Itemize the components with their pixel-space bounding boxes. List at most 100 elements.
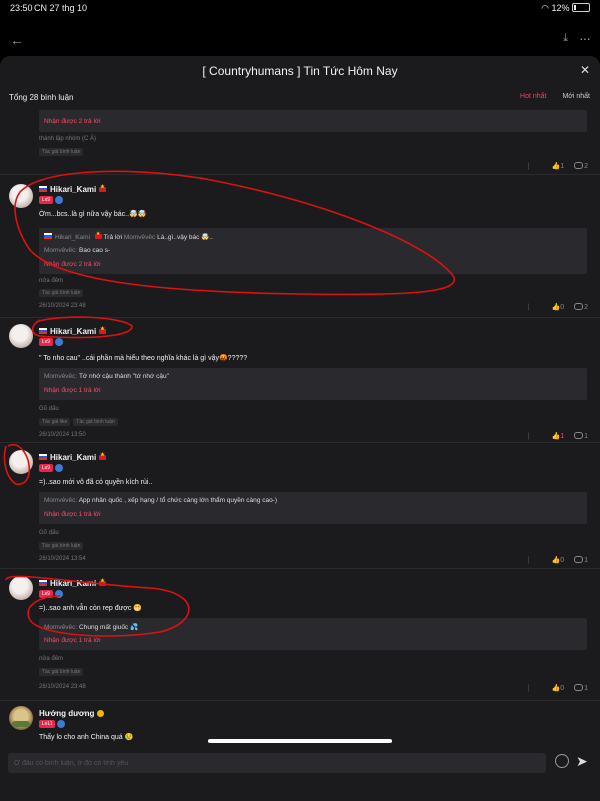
- reply-button[interactable]: 2: [574, 303, 588, 311]
- shield-icon: [55, 196, 64, 204]
- flag-icon: [39, 454, 47, 460]
- comment-actions: | 👍0 1: [528, 556, 588, 564]
- thumb-icon: 👍: [551, 685, 561, 692]
- reply-button[interactable]: 1: [574, 556, 588, 564]
- like-button[interactable]: 👍0: [552, 685, 565, 692]
- comment-text: =)..sao mới vô đã có quyền kích rùi..: [39, 479, 153, 486]
- comment-text: " To nho cau" ..cái phần mà hiểu theo ng…: [39, 355, 248, 362]
- username[interactable]: Hướng dương: [39, 709, 105, 718]
- comment-bubble-icon: [574, 432, 584, 439]
- reply-author: Momvêvêc:: [44, 497, 78, 504]
- shield-icon: [55, 464, 64, 472]
- flag-icon: [39, 186, 47, 192]
- comment-text: =)..sao anh vẫn còn rep được 😁: [39, 605, 143, 612]
- reply-button[interactable]: 1: [574, 432, 588, 440]
- sheet-title: [ Countryhumans ] Tin Tức Hôm Nay: [202, 64, 398, 78]
- sort-new-tab[interactable]: Mới nhất: [562, 93, 590, 100]
- comment-extra: Gõ dấu: [39, 406, 59, 412]
- back-arrow-icon[interactable]: ←: [10, 32, 24, 48]
- avatar[interactable]: [9, 450, 33, 474]
- sort-hot-tab[interactable]: Hot nhất: [520, 93, 546, 100]
- reply-line: Momvêvêc: Chung mất giuốc 💦: [44, 623, 138, 631]
- reply-author: Hikari_Kami: [55, 234, 91, 241]
- flag-icon: [39, 328, 47, 334]
- status-right: ◠ 12%: [541, 3, 590, 14]
- user-badges: Lv11: [39, 720, 66, 728]
- separator: |: [527, 304, 530, 311]
- username[interactable]: Hikari_Kami: [39, 452, 107, 462]
- comment-item: Hikari_Kami Lv9 =)..sao mới vô đã có quy…: [0, 450, 600, 569]
- flag-icon: [99, 452, 107, 460]
- top-nav: ← ⤓ ···: [0, 30, 600, 54]
- reply-total: 2: [584, 163, 588, 170]
- comment-input[interactable]: [8, 753, 546, 773]
- reply-count-link[interactable]: Nhận được 1 trả lời: [44, 637, 101, 644]
- like-count: 0: [560, 304, 565, 311]
- thumb-icon: 👍: [551, 304, 561, 311]
- avatar[interactable]: [9, 576, 33, 600]
- username[interactable]: Hikari_Kami: [39, 326, 107, 336]
- comment-date: 26/10/2024 23:48: [39, 303, 86, 309]
- reply-button[interactable]: 1: [574, 684, 588, 692]
- reply-verb: Trả lời: [103, 234, 123, 241]
- comment-text: Thấy lo cho anh China quá 😢: [39, 734, 134, 741]
- comment-date: 26/10/2024 23:48: [39, 684, 86, 690]
- sort-options: Hot nhất Mới nhất: [520, 93, 590, 100]
- comment-input-bar: ➤: [0, 753, 600, 801]
- avatar[interactable]: [9, 706, 33, 730]
- comment-item: Nhận được 2 trả lời thành lập nhóm (C Á)…: [0, 108, 600, 175]
- level-badge: Lv9: [39, 590, 54, 598]
- reply-count-link[interactable]: Nhận được 2 trả lời: [44, 118, 101, 125]
- username-text: Hikari_Kami: [50, 185, 97, 194]
- status-bar: 23:50 CN 27 thg 10 ◠ 12%: [0, 0, 600, 16]
- download-icon[interactable]: ⤓: [563, 32, 568, 45]
- user-badges: Lv9: [39, 464, 64, 472]
- like-button[interactable]: 👍0: [552, 557, 565, 564]
- author-tag: Tác giả like: [39, 418, 71, 426]
- reply-box[interactable]: Hikari_Kami Trả lời Momvêvêc Là..gì..vậy…: [39, 228, 587, 274]
- level-badge: Lv9: [39, 196, 54, 204]
- reply-count-link[interactable]: Nhận được 2 trả lời: [44, 261, 101, 268]
- reply-button[interactable]: 2: [574, 162, 588, 170]
- reply-total: 1: [584, 433, 588, 440]
- send-icon[interactable]: ➤: [576, 753, 588, 770]
- close-icon[interactable]: ✕: [580, 63, 590, 77]
- comment-tags: Tác giả bình luận: [39, 289, 86, 297]
- like-button[interactable]: 👍0: [552, 304, 565, 311]
- username[interactable]: Hikari_Kami: [39, 578, 107, 588]
- like-button[interactable]: 👍1: [552, 163, 565, 170]
- username[interactable]: Hikari_Kami: [39, 184, 107, 194]
- avatar[interactable]: [9, 324, 33, 348]
- comment-item: Hướng dương Lv11 Thấy lo cho anh China q…: [0, 706, 600, 751]
- comment-text: Ờm...bcs..là gì nữa vậy bác..🤯🤯: [39, 211, 147, 218]
- reply-line: Hikari_Kami Trả lời Momvêvêc Là..gì..vậy…: [44, 231, 213, 241]
- flag-icon: [44, 233, 52, 239]
- reply-box[interactable]: Momvêvêc: App nhân quốc , xếp hạng / tổ …: [39, 492, 587, 524]
- reply-count-link[interactable]: Nhận được 1 trả lời: [44, 511, 101, 518]
- reply-box[interactable]: Momvêvêc: Chung mất giuốc 💦 Nhận được 1 …: [39, 618, 587, 650]
- comment-actions: | 👍1 2: [528, 162, 588, 170]
- thumb-icon: 👍: [551, 163, 561, 170]
- reply-total: 1: [584, 557, 588, 564]
- home-indicator: [208, 739, 392, 743]
- emoji-icon[interactable]: [555, 754, 569, 768]
- reply-box[interactable]: Nhận được 2 trả lời: [39, 110, 587, 132]
- reply-box[interactable]: Momvêvêc: Tớ nhớ cậu thành "tớ nhớ cậu" …: [39, 368, 587, 400]
- shield-icon: [55, 338, 64, 346]
- user-badges: Lv9: [39, 196, 64, 204]
- like-button[interactable]: 👍1: [552, 433, 565, 440]
- separator: |: [527, 557, 530, 564]
- battery-percent: 12%: [551, 3, 570, 13]
- username-text: Hướng dương: [39, 709, 95, 718]
- reply-text: Bao cao s-: [79, 247, 111, 254]
- flag-icon: [39, 580, 47, 586]
- author-tag: Tác giả bình luận: [73, 418, 118, 426]
- level-badge: Lv9: [39, 338, 54, 346]
- username-text: Hikari_Kami: [50, 579, 97, 588]
- status-date: CN 27 thg 10: [34, 3, 88, 13]
- author-tag: Tác giả bình luận: [39, 289, 84, 297]
- comment-actions: | 👍0 1: [528, 684, 588, 692]
- more-icon[interactable]: ···: [579, 30, 591, 46]
- reply-count-link[interactable]: Nhận được 1 trả lời: [44, 387, 101, 394]
- avatar[interactable]: [9, 184, 33, 208]
